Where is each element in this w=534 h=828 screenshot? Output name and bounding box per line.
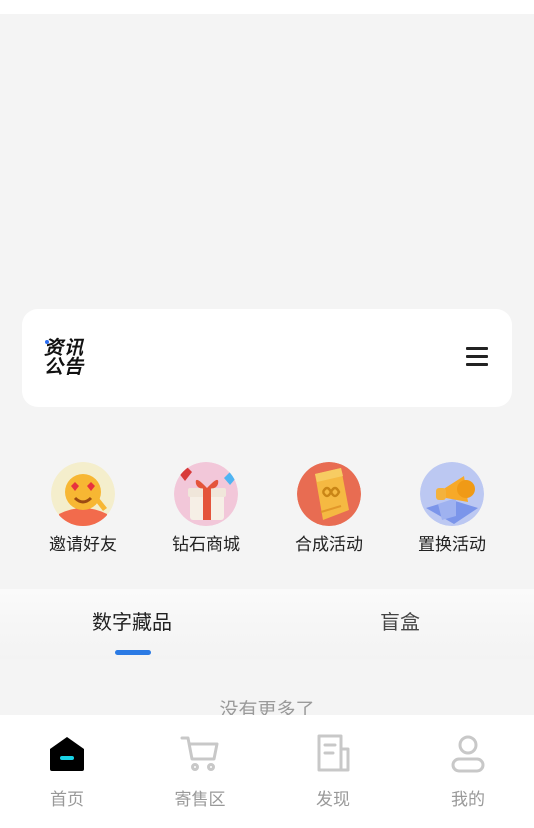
quick-action-label: 置换活动 <box>418 535 486 555</box>
discover-icon <box>313 733 353 773</box>
nav-item-profile[interactable]: 我的 <box>423 733 513 810</box>
nav-label: 我的 <box>451 790 485 810</box>
tab-blind-box[interactable]: 盲盒 <box>380 609 420 635</box>
tab-digital-collectibles[interactable]: 数字藏品 <box>92 609 172 635</box>
banner-area[interactable] <box>0 14 534 296</box>
quick-action-exchange[interactable]: 置换活动 <box>392 462 512 556</box>
nav-item-home[interactable]: 首页 <box>22 733 112 810</box>
menu-icon[interactable] <box>466 347 488 367</box>
quick-actions: 邀请好友 钻石商城 合成活动 置换活动 <box>0 462 534 562</box>
logo-dot <box>45 340 49 344</box>
nav-label: 寄售区 <box>174 790 226 810</box>
nav-label: 发现 <box>316 790 350 810</box>
quick-action-label: 邀请好友 <box>49 535 117 555</box>
active-tab-indicator <box>115 650 151 655</box>
quick-action-label: 钻石商城 <box>172 535 240 555</box>
logo-line-2: 公告 <box>44 356 85 378</box>
diamond-mall-icon <box>174 462 238 526</box>
nav-item-consignment[interactable]: 寄售区 <box>155 733 245 810</box>
nav-label: 首页 <box>50 790 84 810</box>
status-bar <box>0 0 534 14</box>
news-notice-card[interactable]: 资讯 公告 <box>22 309 512 407</box>
quick-action-synthesis[interactable]: 合成活动 <box>269 462 389 556</box>
quick-action-label: 合成活动 <box>295 535 363 555</box>
synthesis-activity-icon <box>297 462 361 526</box>
home-icon <box>47 733 87 773</box>
cart-icon <box>180 733 220 773</box>
news-notice-logo: 资讯 公告 <box>44 339 94 381</box>
collection-tabs: 数字藏品 盲盒 <box>0 589 534 659</box>
exchange-activity-icon <box>420 462 484 526</box>
profile-icon <box>448 733 488 773</box>
nav-item-discover[interactable]: 发现 <box>288 733 378 810</box>
quick-action-diamond-mall[interactable]: 钻石商城 <box>146 462 266 556</box>
quick-action-invite-friends[interactable]: 邀请好友 <box>23 462 143 556</box>
bottom-nav: 首页 寄售区 发现 我的 <box>0 715 534 828</box>
invite-friends-icon <box>51 462 115 526</box>
